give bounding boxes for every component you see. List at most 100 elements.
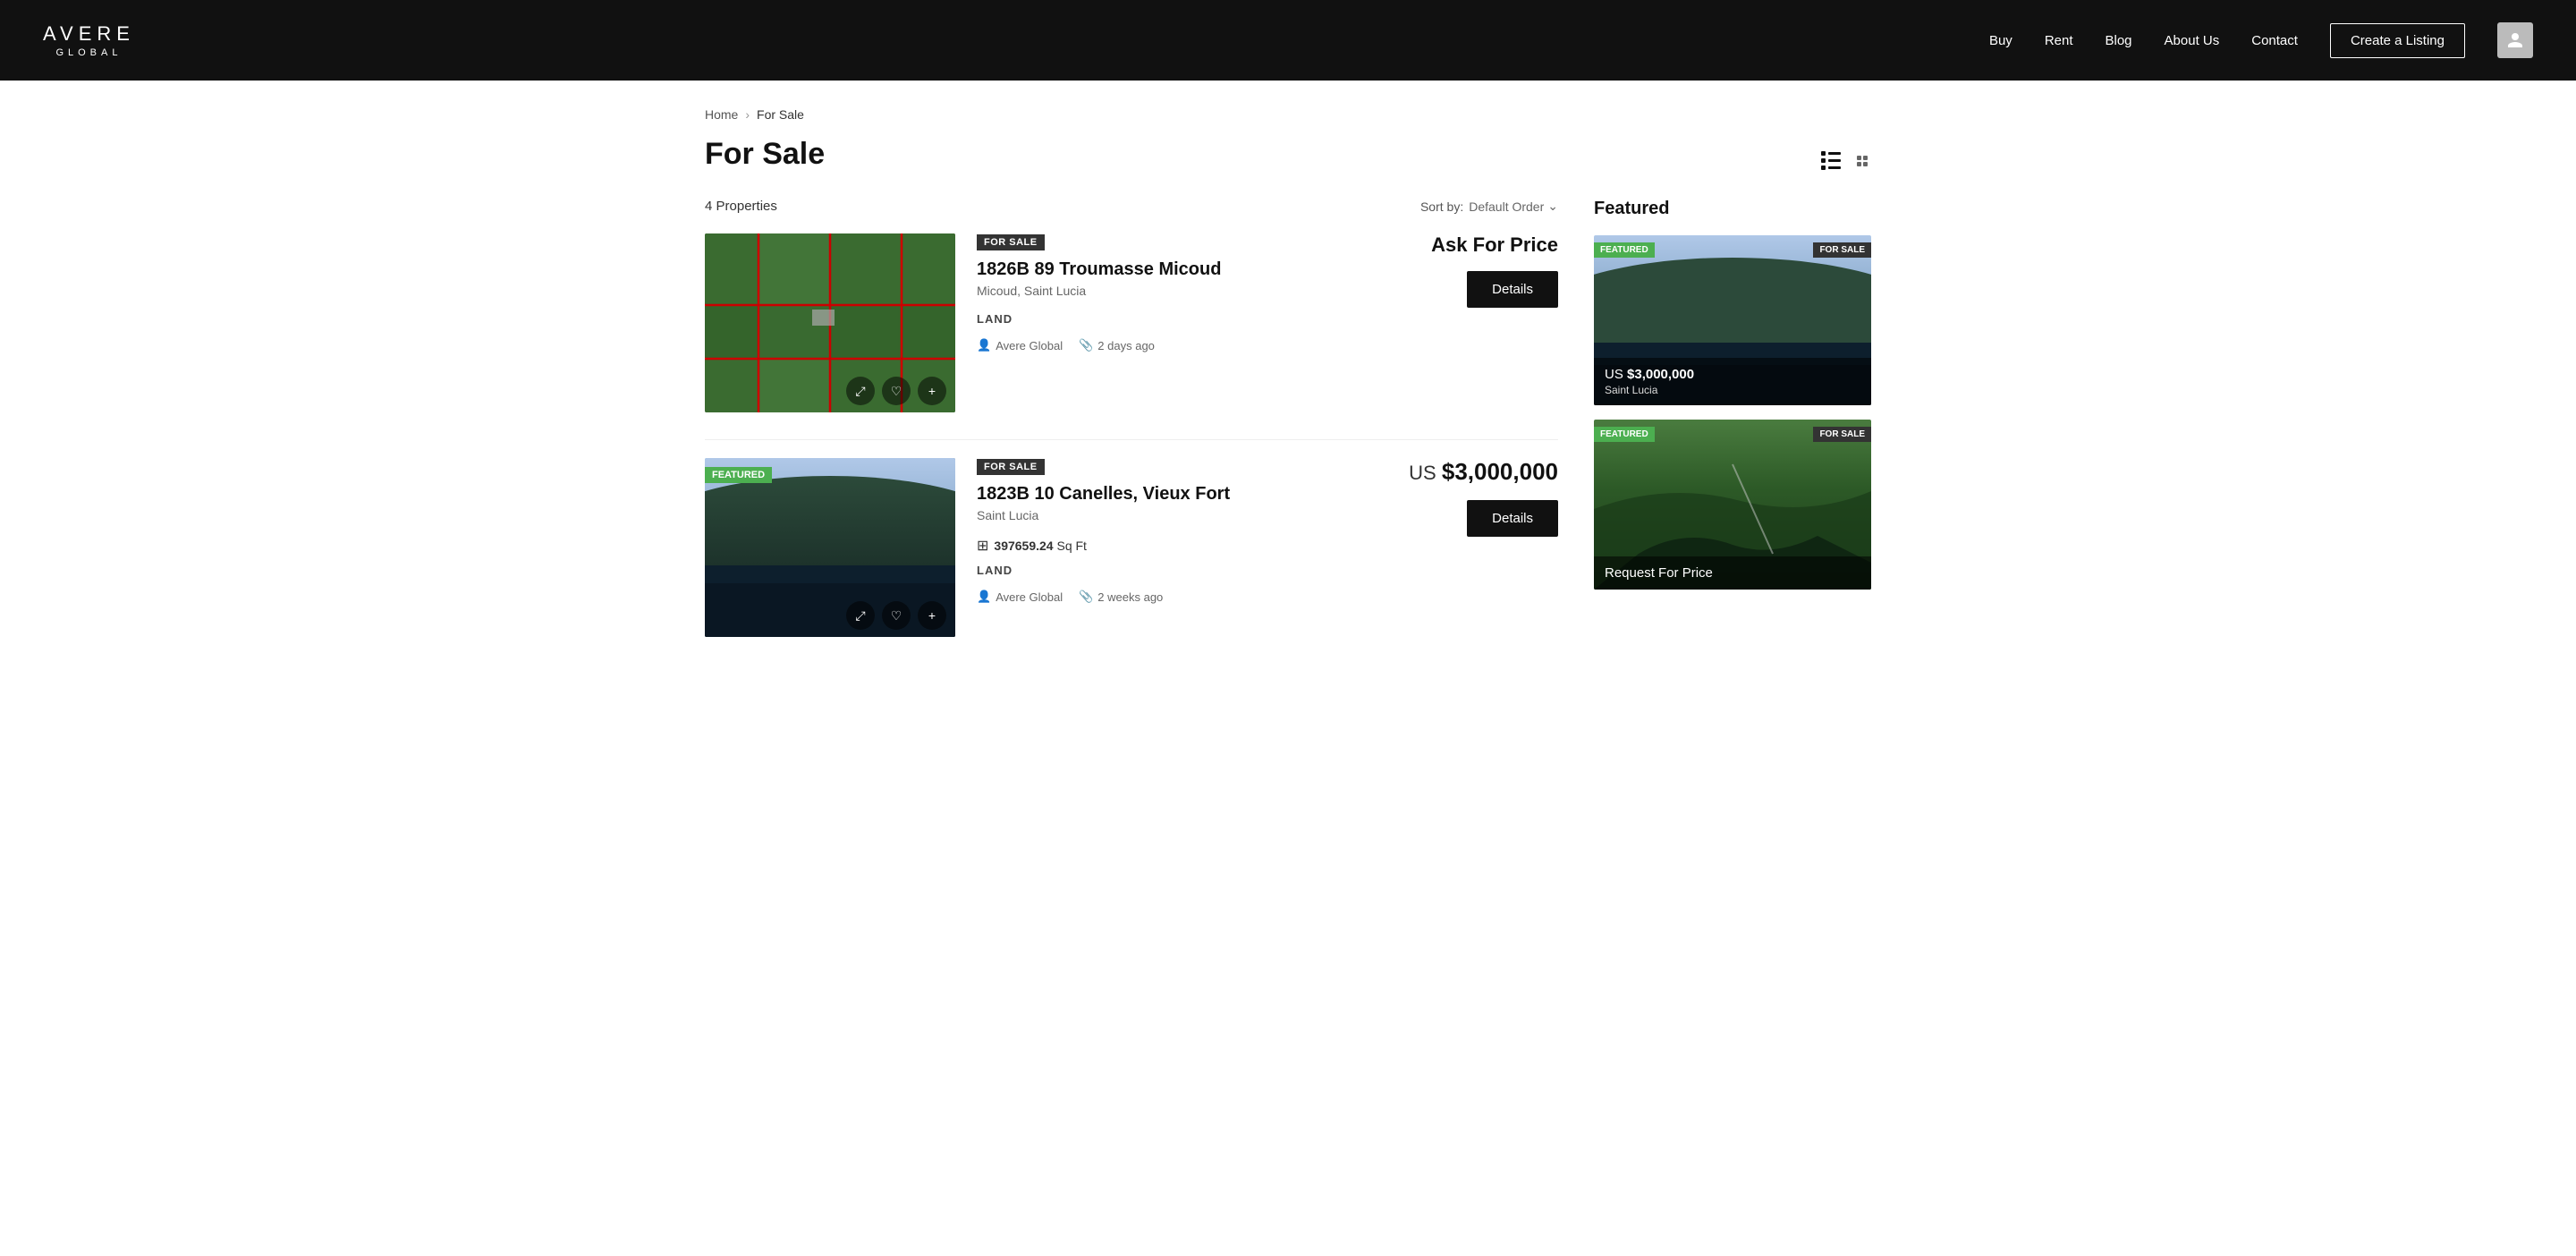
page-title: For Sale (705, 137, 825, 172)
details-button[interactable]: Details (1467, 500, 1558, 537)
expand-button[interactable]: ⤢ (846, 601, 875, 630)
property-info: FOR SALE 1823B 10 Canelles, Vieux Fort S… (977, 458, 1358, 604)
add-button[interactable]: + (918, 377, 946, 405)
property-card: FEATURED ⤢ ♡ + (705, 458, 1558, 637)
listings-sidebar: Featured (1594, 199, 1871, 664)
property-image-actions: ⤢ ♡ + (705, 594, 955, 637)
property-area: ⊞ 397659.24 Sq Ft (977, 537, 1358, 555)
plus-icon: + (928, 608, 936, 623)
expand-button[interactable]: ⤢ (846, 377, 875, 405)
main-content: Home › For Sale For Sale (0, 81, 2576, 1256)
clip-icon: 📎 (1079, 338, 1093, 352)
expand-icon: ⤢ (855, 384, 865, 399)
nav-contact[interactable]: Contact (2251, 33, 2298, 48)
properties-count: 4 Properties (705, 199, 777, 214)
breadcrumb: Home › For Sale (705, 107, 1871, 122)
heart-icon: ♡ (891, 384, 902, 399)
for-sale-badge: FOR SALE (977, 234, 1045, 250)
clip-icon: 📎 (1079, 590, 1093, 604)
property-card: ⤢ ♡ + FOR SALE (705, 233, 1558, 412)
sort-label: Sort by: (1420, 199, 1463, 214)
meta-posted: 📎 2 weeks ago (1079, 590, 1163, 604)
grid-view-icon (1857, 142, 1868, 165)
price-usd: US $3,000,000 (1409, 458, 1558, 486)
property-location: Micoud, Saint Lucia (977, 284, 1358, 298)
property-type: LAND (977, 564, 1358, 577)
price-ask: Ask For Price (1431, 233, 1558, 257)
property-title: 1823B 10 Canelles, Vieux Fort (977, 484, 1358, 505)
logo-tagline: GLOBAL (43, 47, 135, 58)
breadcrumb-home[interactable]: Home (705, 107, 738, 122)
add-button[interactable]: + (918, 601, 946, 630)
featured-card[interactable]: FEATURED FOR SALE Request For Price (1594, 420, 1871, 590)
logo[interactable]: AVERE GLOBAL (43, 22, 135, 58)
image-action-buttons: ⤢ ♡ + (846, 377, 946, 405)
meta-agent: 👤 Avere Global (977, 338, 1063, 352)
listing-divider (705, 439, 1558, 440)
forsale-badge-small: FOR SALE (1813, 242, 1871, 258)
posted-time: 2 weeks ago (1097, 590, 1163, 604)
property-image-actions: ⤢ ♡ + (705, 369, 955, 412)
sort-row: 4 Properties Sort by: Default Order ⌄ (705, 199, 1558, 214)
featured-badge-small: FEATURED (1594, 427, 1655, 442)
user-icon (2506, 31, 2524, 49)
nav-blog[interactable]: Blog (2106, 33, 2132, 48)
header: AVERE GLOBAL Buy Rent Blog About Us Cont… (0, 0, 2576, 81)
user-account-button[interactable] (2497, 22, 2533, 58)
featured-card-overlay: US $3,000,000 Saint Lucia (1594, 358, 1871, 405)
property-meta: 👤 Avere Global 📎 2 weeks ago (977, 590, 1358, 604)
agent-name: Avere Global (996, 590, 1063, 604)
meta-posted: 📎 2 days ago (1079, 338, 1155, 352)
sort-select: Sort by: Default Order ⌄ (1420, 199, 1558, 214)
nav-rent[interactable]: Rent (2045, 33, 2073, 48)
create-listing-button[interactable]: Create a Listing (2330, 23, 2465, 58)
nav-about[interactable]: About Us (2165, 33, 2220, 48)
person-icon: 👤 (977, 338, 991, 352)
featured-card-price: US $3,000,000 (1605, 367, 1860, 382)
sort-dropdown[interactable]: Default Order ⌄ (1469, 199, 1558, 214)
featured-badge: FEATURED (705, 467, 772, 483)
property-info: FOR SALE 1826B 89 Troumasse Micoud Micou… (977, 233, 1358, 352)
for-sale-badge: FOR SALE (977, 459, 1045, 475)
chevron-down-icon: ⌄ (1547, 199, 1558, 214)
area-value: 397659.24 Sq Ft (994, 539, 1087, 553)
featured-badge-small: FEATURED (1594, 242, 1655, 258)
heart-icon: ♡ (891, 608, 902, 624)
listings-area: 4 Properties Sort by: Default Order ⌄ (705, 199, 1871, 664)
property-price-col: Ask For Price Details (1379, 233, 1558, 308)
featured-card-overlay: Request For Price (1594, 556, 1871, 590)
list-view-icon (1821, 138, 1841, 160)
featured-card-location: Saint Lucia (1605, 384, 1860, 396)
breadcrumb-separator: › (745, 107, 750, 122)
property-price-col: US $3,000,000 Details (1379, 458, 1558, 537)
sidebar-featured-title: Featured (1594, 199, 1871, 219)
favorite-button[interactable]: ♡ (882, 377, 911, 405)
breadcrumb-current: For Sale (757, 107, 804, 122)
plus-icon: + (928, 384, 936, 398)
property-image-wrap: ⤢ ♡ + (705, 233, 955, 412)
nav-buy[interactable]: Buy (1989, 33, 2012, 48)
listings-main: 4 Properties Sort by: Default Order ⌄ (705, 199, 1558, 664)
posted-time: 2 days ago (1097, 339, 1155, 352)
title-row: For Sale (705, 134, 1871, 174)
grid-view-button[interactable] (1853, 134, 1871, 174)
view-toggle (1818, 134, 1871, 174)
property-title: 1826B 89 Troumasse Micoud (977, 259, 1358, 280)
area-icon: ⊞ (977, 537, 988, 555)
details-button[interactable]: Details (1467, 271, 1558, 308)
forsale-badge-small: FOR SALE (1813, 427, 1871, 442)
featured-card[interactable]: FEATURED FOR SALE US $3,000,000 Saint Lu… (1594, 235, 1871, 405)
image-action-buttons: ⤢ ♡ + (846, 601, 946, 630)
featured-card-price: Request For Price (1605, 565, 1860, 581)
property-location: Saint Lucia (977, 508, 1358, 522)
property-meta: 👤 Avere Global 📎 2 days ago (977, 338, 1358, 352)
person-icon: 👤 (977, 590, 991, 604)
property-type: LAND (977, 312, 1358, 326)
favorite-button[interactable]: ♡ (882, 601, 911, 630)
logo-name: AVERE (43, 22, 135, 46)
list-view-button[interactable] (1818, 134, 1844, 174)
property-image-wrap: FEATURED ⤢ ♡ + (705, 458, 955, 637)
main-nav: Buy Rent Blog About Us Contact Create a … (1989, 22, 2533, 58)
agent-name: Avere Global (996, 339, 1063, 352)
expand-icon: ⤢ (855, 608, 865, 624)
